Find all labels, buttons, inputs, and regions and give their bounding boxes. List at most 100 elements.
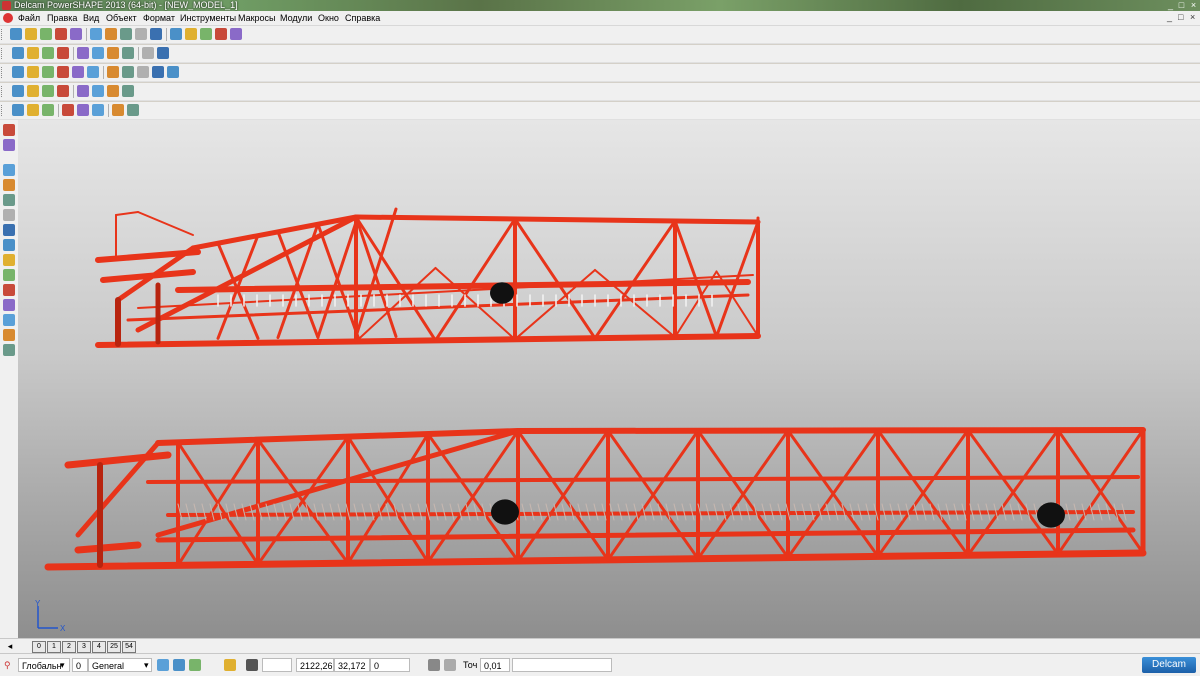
doc-restore-button[interactable]: □ [1178,12,1183,22]
workplane-icon[interactable] [157,659,169,671]
workplane-select-icon[interactable] [173,659,185,671]
graphics-viewport[interactable]: X Y [18,120,1200,638]
level-tab[interactable]: 0 [32,641,46,653]
shell-icon[interactable] [92,85,104,97]
prompt-field[interactable] [512,658,612,672]
toolbar-grip[interactable] [1,48,7,59]
view-front-icon[interactable] [42,47,54,59]
info-icon[interactable] [137,66,149,78]
shading-icon[interactable] [215,28,227,40]
circle-select-icon[interactable] [200,28,212,40]
light-icon[interactable] [142,47,154,59]
level-number-field[interactable]: 0 [72,658,88,672]
cut-icon[interactable] [70,28,82,40]
menu-tools[interactable]: Инструменты [180,12,236,24]
measure-icon[interactable] [12,104,24,116]
chevron-down-icon[interactable]: ▾ [60,658,65,672]
levels-menu-icon[interactable]: ◂ [4,641,16,651]
analysis-icon[interactable] [112,104,124,116]
model-icon[interactable] [42,66,54,78]
fillet-icon[interactable] [57,85,69,97]
doc-close-button[interactable]: × [1190,12,1195,22]
toolbar-grip[interactable] [1,86,7,97]
menu-help[interactable]: Справка [345,12,380,24]
part-icon[interactable] [77,104,89,116]
workplane-grid-icon[interactable] [189,659,201,671]
text-icon[interactable] [3,209,15,221]
snap-icon[interactable] [224,659,236,671]
hand-icon[interactable] [157,47,169,59]
zoom-box-icon[interactable] [77,47,89,59]
wireframe-icon[interactable] [3,299,15,311]
lasso-icon[interactable] [185,28,197,40]
document-menu-icon[interactable] [3,13,13,23]
level-tab[interactable]: 3 [77,641,91,653]
new-icon[interactable] [10,28,22,40]
redo-icon[interactable] [150,28,162,40]
camera-icon[interactable] [92,104,104,116]
toolbar-grip[interactable] [1,29,7,40]
feature-icon[interactable] [27,85,39,97]
drawing-icon[interactable] [3,329,15,341]
level-tab[interactable]: 2 [62,641,76,653]
menu-view[interactable]: Вид [83,12,99,24]
menu-edit[interactable]: Правка [47,12,77,24]
shaded-icon[interactable] [122,47,134,59]
grid-icon[interactable] [246,659,258,671]
mesh-icon[interactable] [3,269,15,281]
upper-truss-boom[interactable] [95,207,761,348]
chamfer-icon[interactable] [77,85,89,97]
grid-field[interactable] [262,658,292,672]
open-icon[interactable] [25,28,37,40]
level-tab[interactable]: 25 [107,641,121,653]
cut-solid-icon[interactable] [122,85,134,97]
solid-icon[interactable] [72,66,84,78]
ruler-icon[interactable] [152,66,164,78]
lower-truss-boom[interactable] [44,427,1147,571]
assembly-icon[interactable] [62,104,74,116]
boolean-icon[interactable] [42,85,54,97]
absolute-icon[interactable] [428,659,440,671]
delete-icon[interactable] [120,28,132,40]
coord-z-field[interactable]: 0 [370,658,410,672]
toolbar-grip[interactable] [1,67,7,78]
align-icon[interactable] [122,66,134,78]
view-top-icon[interactable] [27,47,39,59]
doc-minimize-button[interactable]: _ [1167,12,1172,22]
level-tab[interactable]: 4 [92,641,106,653]
surface-tool-icon[interactable] [3,239,15,251]
rotate-icon[interactable] [107,47,119,59]
chevron-down-icon[interactable]: ▾ [144,658,149,672]
curve-icon[interactable] [3,194,15,206]
electrode-icon[interactable] [3,284,15,296]
minimize-button[interactable]: _ [1165,1,1176,10]
surface-icon[interactable] [57,66,69,78]
solid-tool-icon[interactable] [3,254,15,266]
sheet-icon[interactable] [127,104,139,116]
maximize-button[interactable]: □ [1176,1,1187,10]
extrude-icon[interactable] [107,85,119,97]
tolerance-field[interactable]: 0,01 [480,658,510,672]
close-button[interactable]: × [1188,1,1199,10]
calculator-icon[interactable] [444,659,456,671]
undo-icon[interactable] [135,28,147,40]
copy-icon[interactable] [90,28,102,40]
x-axis-icon[interactable] [27,104,39,116]
select-icon[interactable] [170,28,182,40]
fixture-icon[interactable] [42,104,54,116]
box-icon[interactable] [107,66,119,78]
coord-y-field[interactable]: 32,172 [334,658,370,672]
render-icon[interactable] [230,28,242,40]
level-tab[interactable]: 54 [122,641,136,653]
solid-edit-icon[interactable] [12,85,24,97]
pan-icon[interactable] [92,47,104,59]
assembly-tool-icon[interactable] [3,314,15,326]
paste-icon[interactable] [105,28,117,40]
pointer-icon[interactable] [3,124,15,136]
menu-file[interactable]: Файл [18,12,40,24]
line-icon[interactable] [3,164,15,176]
save-icon[interactable] [40,28,52,40]
coord-x-field[interactable]: 2122,26 [296,658,334,672]
level-tab[interactable]: 1 [47,641,61,653]
transform-icon[interactable] [167,66,179,78]
